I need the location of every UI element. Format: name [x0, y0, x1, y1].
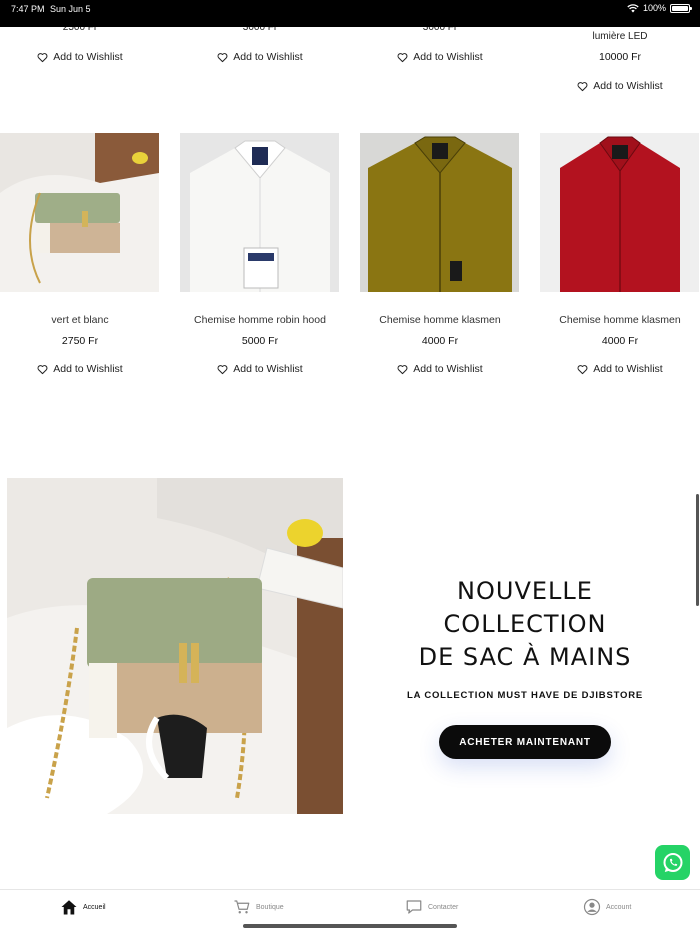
status-right: 100%	[627, 3, 692, 13]
home-icon	[61, 900, 77, 915]
whatsapp-icon	[663, 852, 682, 872]
hero-title-line: DE SAC À MAINS	[418, 643, 632, 671]
product-price: 10000 Fr	[598, 51, 642, 63]
add-to-wishlist-button[interactable]: Add to Wishlist	[540, 363, 700, 375]
wifi-icon	[627, 3, 639, 12]
product-image-mustard-shirt[interactable]	[360, 133, 519, 292]
product-name[interactable]: Chemise homme klasmen	[350, 314, 530, 326]
product-image-bag[interactable]	[0, 133, 159, 292]
wishlist-label: Add to Wishlist	[413, 363, 483, 375]
tab-account[interactable]: Account	[583, 898, 631, 916]
buy-now-button[interactable]: ACHETER MAINTENANT	[439, 725, 611, 759]
add-to-wishlist-button[interactable]: Add to Wishlist	[180, 363, 340, 375]
hero-title-line: COLLECTION	[443, 610, 607, 638]
tab-label: Account	[606, 903, 632, 911]
home-indicator	[243, 924, 457, 928]
status-time: 7:47 PM	[11, 4, 45, 14]
product-price: 4000 Fr	[421, 335, 459, 347]
status-bar: 7:47 PM Sun Jun 5 100%	[0, 0, 700, 27]
tab-label: Contacter	[428, 903, 459, 911]
heart-icon	[397, 364, 408, 374]
user-icon	[583, 898, 601, 916]
tab-label: Accueil	[83, 903, 106, 911]
add-to-wishlist-button[interactable]: Add to Wishlist	[180, 51, 340, 63]
product-name[interactable]: Chemise homme klasmen	[530, 314, 700, 326]
cart-icon	[234, 900, 250, 914]
battery-percent: 100%	[642, 3, 666, 13]
heart-icon	[37, 52, 48, 62]
hero-image-handbag	[7, 478, 343, 814]
product-price: 2750 Fr	[61, 335, 99, 347]
add-to-wishlist-button[interactable]: Add to Wishlist	[360, 51, 520, 63]
hero-title: NOUVELLE COLLECTION DE SAC À MAINS	[380, 575, 670, 674]
heart-icon	[217, 52, 228, 62]
product-price: 5000 Fr	[241, 335, 279, 347]
tab-contacter[interactable]: Contacter	[405, 898, 458, 916]
add-to-wishlist-button[interactable]: Add to Wishlist	[0, 51, 160, 63]
heart-icon	[217, 364, 228, 374]
hero-title-line: NOUVELLE	[457, 577, 593, 605]
tab-label: Boutique	[256, 903, 284, 911]
wishlist-label: Add to Wishlist	[53, 51, 123, 63]
wishlist-label: Add to Wishlist	[233, 51, 303, 63]
tab-accueil[interactable]: Accueil	[60, 898, 106, 916]
wishlist-label: Add to Wishlist	[593, 80, 663, 92]
battery-icon	[670, 3, 692, 13]
wishlist-label: Add to Wishlist	[53, 363, 123, 375]
product-price: 4000 Fr	[601, 335, 639, 347]
product-image-white-shirt[interactable]	[180, 133, 339, 292]
scrollbar[interactable]	[696, 494, 699, 606]
product-name: lumière LED	[592, 31, 648, 42]
wishlist-label: Add to Wishlist	[593, 363, 663, 375]
chat-bubble-icon	[406, 900, 422, 914]
bottom-tab-bar: Accueil Boutique Contacter Account	[0, 889, 700, 935]
heart-icon	[37, 364, 48, 374]
heart-icon	[577, 364, 588, 374]
tab-boutique[interactable]: Boutique	[233, 898, 284, 916]
status-date: Sun Jun 5	[50, 4, 91, 14]
add-to-wishlist-button[interactable]: Add to Wishlist	[540, 80, 700, 92]
add-to-wishlist-button[interactable]: Add to Wishlist	[360, 363, 520, 375]
whatsapp-button[interactable]	[655, 845, 690, 880]
wishlist-label: Add to Wishlist	[233, 363, 303, 375]
add-to-wishlist-button[interactable]: Add to Wishlist	[0, 363, 160, 375]
heart-icon	[397, 52, 408, 62]
wishlist-label: Add to Wishlist	[413, 51, 483, 63]
hero-subtitle: LA COLLECTION MUST HAVE DE DJIBSTORE	[406, 690, 644, 701]
product-image-red-shirt[interactable]	[540, 133, 699, 292]
heart-icon	[577, 81, 588, 91]
product-name[interactable]: Chemise homme robin hood	[170, 314, 350, 326]
product-name[interactable]: vert et blanc	[0, 314, 170, 326]
